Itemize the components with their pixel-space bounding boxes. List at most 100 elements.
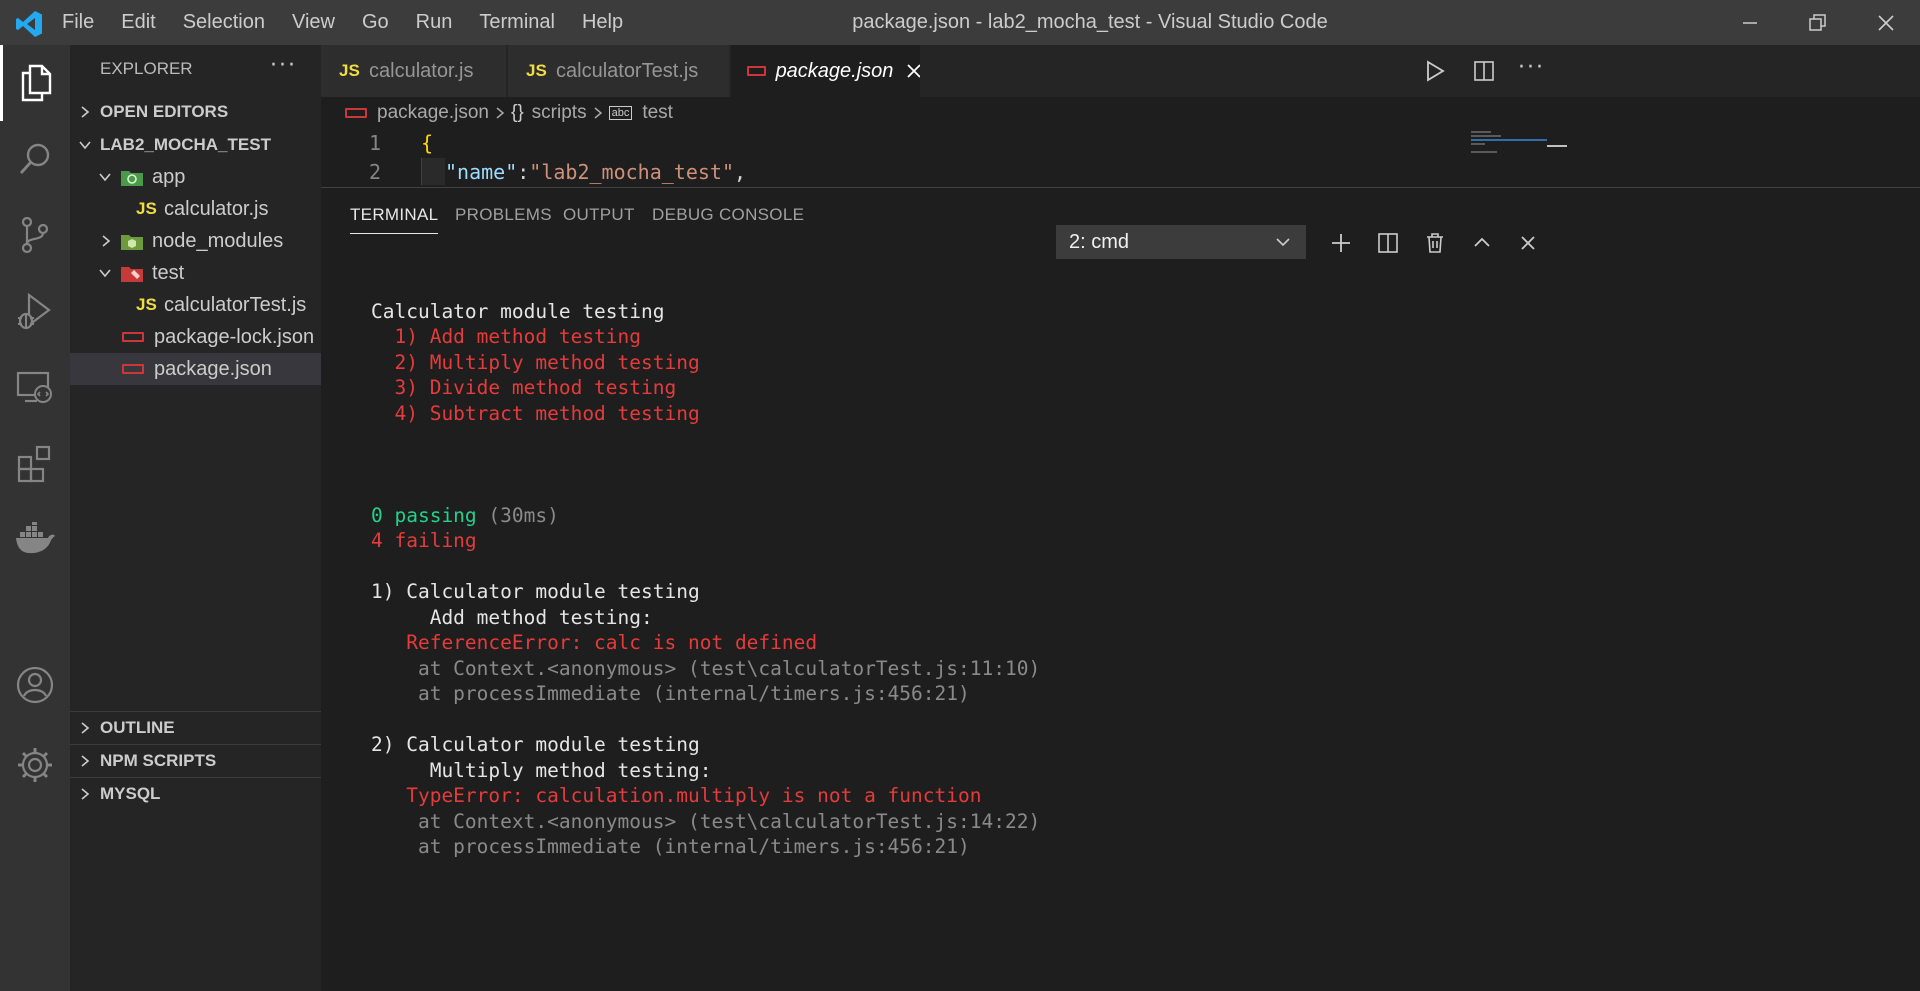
stack-trace-line: at processImmediate (internal/timers.js:… bbox=[371, 835, 970, 858]
tree-folder-node-modules[interactable]: node_modules bbox=[70, 225, 321, 257]
restore-button[interactable] bbox=[1784, 0, 1852, 45]
panel-tab-debug-console[interactable]: DEBUG CONSOLE bbox=[652, 205, 804, 225]
menu-selection[interactable]: Selection bbox=[183, 11, 265, 34]
activity-bar bbox=[0, 45, 70, 991]
tab-calculator-test-js[interactable]: JS calculatorTest.js bbox=[508, 45, 730, 97]
vscode-logo-icon[interactable] bbox=[14, 9, 44, 39]
chevron-right-icon bbox=[81, 788, 90, 800]
activity-manage[interactable] bbox=[0, 727, 70, 803]
close-panel-button[interactable] bbox=[1513, 228, 1543, 258]
menu-help[interactable]: Help bbox=[582, 11, 623, 34]
activity-explorer[interactable] bbox=[0, 45, 70, 121]
tab-package-json[interactable]: package.json bbox=[731, 45, 921, 97]
split-editor-icon[interactable] bbox=[1472, 59, 1496, 83]
section-label: OUTLINE bbox=[100, 718, 175, 737]
chevron-down-icon bbox=[1276, 238, 1290, 247]
section-label: LAB2_MOCHA_TEST bbox=[100, 134, 271, 154]
gear-icon bbox=[18, 748, 52, 782]
maximize-panel-button[interactable] bbox=[1467, 228, 1497, 258]
kill-terminal-button[interactable] bbox=[1420, 228, 1450, 258]
activity-accounts[interactable] bbox=[0, 647, 70, 723]
menu-bar: File Edit Selection View Go Run Terminal… bbox=[62, 0, 650, 45]
breadcrumb: package.json {} scripts abc test bbox=[321, 97, 673, 129]
breadcrumb-test[interactable]: test bbox=[642, 102, 673, 124]
tree-folder-test[interactable]: test bbox=[70, 257, 321, 289]
json-value: "lab2_mocha_test" bbox=[529, 159, 734, 184]
js-file-icon: JS bbox=[136, 295, 157, 314]
tree-label: app bbox=[152, 165, 186, 188]
activity-run-debug[interactable] bbox=[0, 273, 70, 349]
panel-tab-output[interactable]: OUTPUT bbox=[563, 205, 635, 225]
activity-source-control[interactable] bbox=[0, 197, 70, 273]
minimize-button[interactable] bbox=[1716, 0, 1784, 45]
npm-file-icon bbox=[345, 108, 367, 118]
new-terminal-button[interactable] bbox=[1326, 228, 1356, 258]
search-icon bbox=[19, 143, 50, 174]
menu-run[interactable]: Run bbox=[416, 11, 453, 34]
close-window-button[interactable] bbox=[1852, 0, 1920, 45]
line-number: 2 bbox=[368, 159, 381, 184]
section-project[interactable]: LAB2_MOCHA_TEST bbox=[70, 128, 321, 161]
split-terminal-button[interactable] bbox=[1373, 228, 1403, 258]
menu-edit[interactable]: Edit bbox=[121, 11, 155, 34]
section-open-editors[interactable]: OPEN EDITORS bbox=[70, 95, 321, 128]
failing-count: 4 failing bbox=[371, 529, 477, 552]
terminal-line: Multiply method testing: bbox=[371, 758, 712, 782]
tree-file-package-json[interactable]: package.json bbox=[70, 353, 321, 385]
terminal-select[interactable]: 2: cmd bbox=[1056, 225, 1306, 259]
activity-extensions[interactable] bbox=[0, 425, 70, 501]
tree-label: package-lock.json bbox=[154, 325, 315, 348]
minimap[interactable] bbox=[1467, 129, 1547, 163]
remote-explorer-icon bbox=[16, 371, 52, 403]
extensions-icon bbox=[17, 445, 51, 483]
string-icon: abc bbox=[608, 106, 633, 120]
explorer-sidebar: EXPLORER ··· OPEN EDITORS LAB2_MOCHA_TES… bbox=[70, 45, 321, 991]
tree-folder-app[interactable]: app bbox=[70, 161, 321, 193]
section-outline[interactable]: OUTLINE bbox=[70, 711, 321, 744]
breadcrumb-file[interactable]: package.json bbox=[377, 102, 489, 124]
panel-tab-problems[interactable]: PROBLEMS bbox=[455, 205, 552, 225]
section-mysql[interactable]: MYSQL bbox=[70, 777, 321, 810]
tab-calculator-js[interactable]: JS calculator.js bbox=[321, 45, 507, 97]
tree-file-package-lock[interactable]: package-lock.json bbox=[70, 321, 321, 353]
activity-docker[interactable] bbox=[0, 501, 70, 577]
chevron-right-icon bbox=[496, 107, 505, 119]
close-tab-icon[interactable] bbox=[905, 62, 920, 80]
terminal-line: 1) Add method testing bbox=[371, 325, 642, 348]
node-folder-icon bbox=[121, 235, 143, 250]
chevron-down-icon bbox=[99, 269, 111, 278]
activity-remote-explorer[interactable] bbox=[0, 349, 70, 425]
run-debug-icon bbox=[18, 292, 51, 330]
menu-view[interactable]: View bbox=[292, 11, 335, 34]
menu-terminal[interactable]: Terminal bbox=[479, 11, 555, 34]
panel-tab-terminal[interactable]: TERMINAL bbox=[350, 205, 439, 234]
terminal-line: Add method testing: bbox=[371, 605, 653, 629]
tree-label: calculatorTest.js bbox=[164, 293, 307, 316]
tree-label: node_modules bbox=[152, 229, 284, 252]
terminal-output[interactable]: Calculator module testing 1) Add method … bbox=[371, 273, 1040, 911]
section-npm-scripts[interactable]: NPM SCRIPTS bbox=[70, 744, 321, 777]
code-editor[interactable]: 1 { 2 "name" : "lab2_mocha_test" , bbox=[321, 129, 1920, 187]
menu-go[interactable]: Go bbox=[362, 11, 389, 34]
source-control-icon bbox=[21, 216, 49, 254]
more-actions-button[interactable]: ··· bbox=[1518, 55, 1545, 80]
tree-label: test bbox=[152, 261, 185, 284]
object-icon: {} bbox=[510, 102, 524, 123]
more-actions-button[interactable]: ··· bbox=[270, 53, 297, 78]
indent-guide bbox=[421, 158, 445, 185]
test-folder-icon bbox=[121, 267, 143, 282]
title-bar: File Edit Selection View Go Run Terminal… bbox=[0, 0, 1920, 45]
npm-file-icon bbox=[747, 66, 766, 76]
run-icon[interactable] bbox=[1423, 59, 1447, 83]
stack-trace-line: at Context.<anonymous> (test\calculatorT… bbox=[371, 809, 1041, 833]
tree-file-calculator-test-js[interactable]: JS calculatorTest.js bbox=[70, 289, 321, 321]
chevron-right-icon bbox=[81, 105, 90, 118]
tree-file-calculator-js[interactable]: JS calculator.js bbox=[70, 193, 321, 225]
explorer-title: EXPLORER bbox=[100, 59, 193, 78]
tab-label: calculatorTest.js bbox=[556, 59, 699, 82]
breadcrumb-scripts[interactable]: scripts bbox=[532, 102, 587, 124]
activity-search[interactable] bbox=[0, 121, 70, 197]
menu-file[interactable]: File bbox=[62, 11, 94, 34]
chevron-down-icon bbox=[99, 173, 111, 182]
code-line: 2 "name" : "lab2_mocha_test" , bbox=[321, 158, 746, 185]
